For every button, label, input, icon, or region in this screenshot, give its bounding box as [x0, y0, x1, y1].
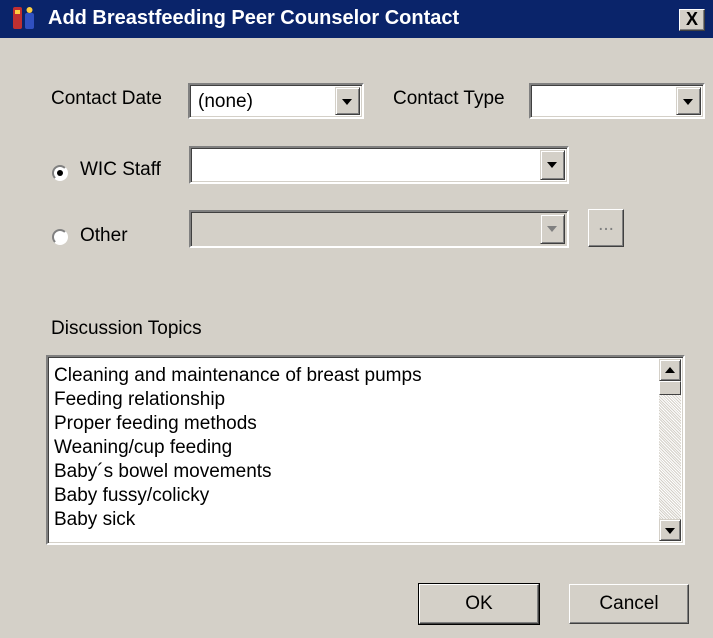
- cancel-button-label: Cancel: [599, 593, 659, 614]
- scroll-down-icon[interactable]: [659, 519, 681, 541]
- chevron-down-icon[interactable]: [335, 87, 360, 115]
- browse-ellipsis: ...: [598, 214, 614, 235]
- contact-date-combo[interactable]: (none): [188, 83, 364, 119]
- list-item[interactable]: Baby fussy/colicky: [54, 485, 209, 507]
- chevron-down-icon[interactable]: [540, 214, 565, 244]
- app-icon: [13, 7, 34, 29]
- other-combo[interactable]: [189, 210, 569, 248]
- chevron-down-icon[interactable]: [676, 87, 701, 115]
- other-label: Other: [80, 225, 128, 246]
- contact-type-combo[interactable]: [529, 83, 705, 119]
- list-scrollbar[interactable]: [659, 359, 681, 541]
- wic-staff-label: WIC Staff: [80, 159, 161, 180]
- list-item[interactable]: Feeding relationship: [54, 389, 225, 411]
- wic-staff-radio[interactable]: [52, 165, 68, 181]
- other-radio[interactable]: [52, 229, 68, 245]
- close-button[interactable]: X: [679, 9, 705, 31]
- list-item[interactable]: Baby sick: [54, 509, 135, 531]
- discussion-topics-label: Discussion Topics: [51, 318, 202, 339]
- list-item[interactable]: Weaning/cup feeding: [54, 437, 232, 459]
- window-title: Add Breastfeeding Peer Counselor Contact: [48, 7, 460, 29]
- contact-type-label: Contact Type: [393, 88, 505, 109]
- wic-staff-combo[interactable]: [189, 146, 569, 184]
- cancel-button[interactable]: Cancel: [569, 584, 689, 624]
- close-icon: X: [685, 9, 698, 29]
- contact-date-value: (none): [198, 91, 253, 112]
- scrollbar-thumb[interactable]: [659, 381, 681, 395]
- other-browse-button[interactable]: ...: [588, 209, 624, 247]
- ok-button-label: OK: [465, 593, 493, 614]
- ok-button[interactable]: OK: [418, 583, 540, 625]
- contact-date-label: Contact Date: [51, 88, 162, 109]
- discussion-topics-list[interactable]: Cleaning and maintenance of breast pumps…: [46, 355, 685, 545]
- chevron-down-icon[interactable]: [540, 150, 565, 180]
- list-item[interactable]: Cleaning and maintenance of breast pumps: [54, 365, 422, 387]
- scroll-up-icon[interactable]: [659, 359, 681, 381]
- list-item[interactable]: Proper feeding methods: [54, 413, 257, 435]
- list-item[interactable]: Baby´s bowel movements: [54, 461, 272, 483]
